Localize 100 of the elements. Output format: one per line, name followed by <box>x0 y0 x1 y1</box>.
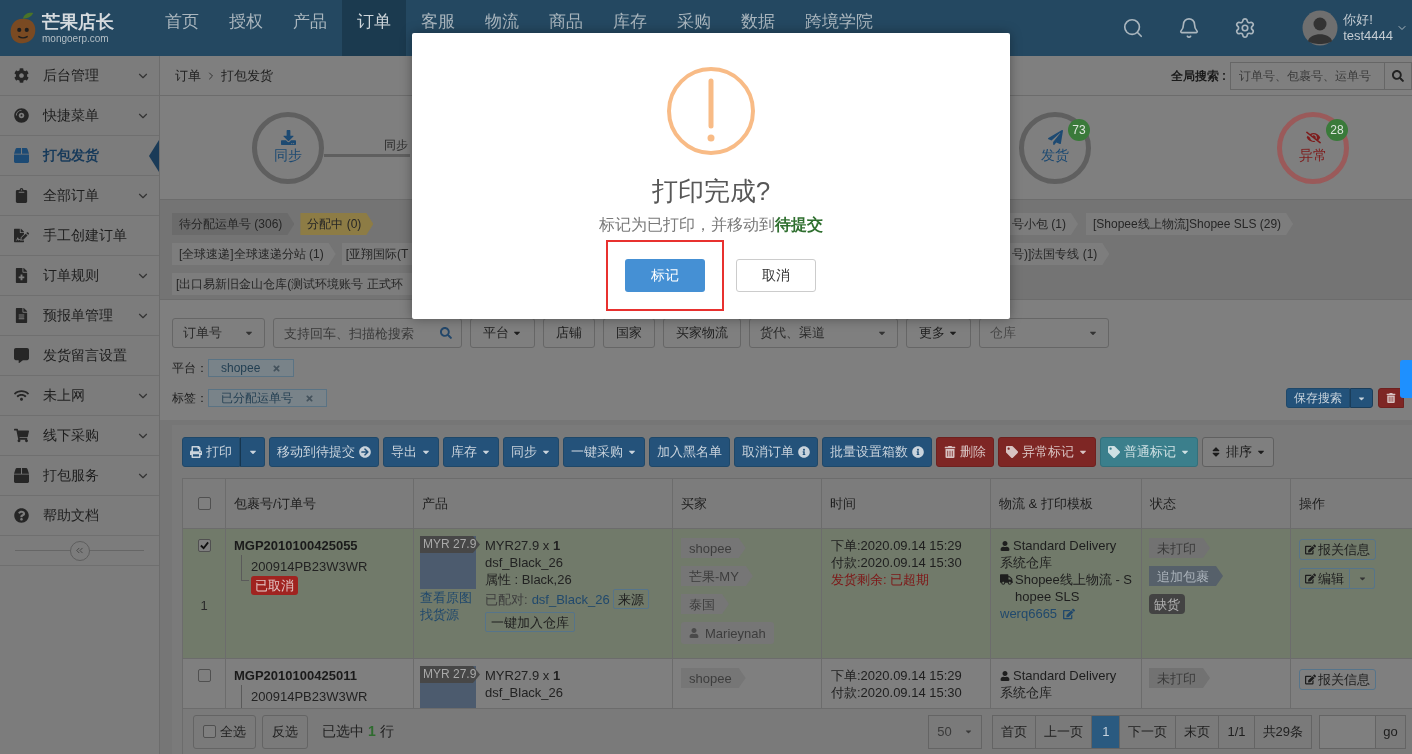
tag-icon <box>1006 446 1018 458</box>
sidebar-item[interactable]: 打包发货 <box>0 136 159 176</box>
page-input[interactable] <box>1319 714 1376 749</box>
delete-button[interactable] <box>1378 388 1404 408</box>
collapse-button[interactable] <box>69 540 90 561</box>
filter-button[interactable]: 买家物流 <box>663 318 741 348</box>
search-field[interactable]: 订单号、包裹号、运单号 <box>1230 61 1385 90</box>
nav-tab[interactable]: 订单 <box>342 0 406 56</box>
sidebar-item[interactable]: 打包服务 <box>0 456 159 496</box>
filter-tag[interactable]: 号小包 (1) <box>1010 213 1078 235</box>
dropdown-button[interactable]: 更多 <box>906 318 971 348</box>
toolbar-button[interactable]: 普通标记 <box>1100 437 1198 467</box>
filter-tag[interactable]: [亚翔国际(T <box>341 243 412 265</box>
dropdown-select[interactable]: 货代、渠道 <box>749 318 898 348</box>
table-row[interactable] <box>183 529 1412 659</box>
sidebar-item[interactable]: 后台管理 <box>0 56 159 96</box>
sidebar-item[interactable]: 快捷菜单 <box>0 96 159 136</box>
account-link[interactable]: werq6665 <box>1000 605 1058 622</box>
select-all-button[interactable]: 全选 <box>193 714 256 749</box>
sidebar-item[interactable]: 全部订单 <box>0 176 159 216</box>
search-button[interactable] <box>1385 61 1412 90</box>
sidebar-item[interactable]: 订单规则 <box>0 256 159 296</box>
close-icon[interactable] <box>305 393 314 403</box>
checkbox[interactable] <box>197 497 211 510</box>
sku-link[interactable]: dsf_Black_26 <box>531 590 610 608</box>
avatar[interactable] <box>1302 10 1339 46</box>
dropdown-button[interactable]: 平台 <box>470 318 535 348</box>
save-search-button[interactable]: 保存搜索 <box>1286 388 1350 408</box>
step-button[interactable]: 发货 73 <box>1019 111 1091 184</box>
toolbar-button[interactable]: 打印 <box>182 437 240 467</box>
checkbox[interactable] <box>197 539 211 552</box>
dialog-button[interactable]: 标记 <box>625 259 705 292</box>
filter-chip[interactable]: shopee <box>208 359 295 377</box>
nav-tab[interactable]: 授权 <box>214 0 278 56</box>
sidebar-item[interactable]: 未上网 <box>0 376 159 416</box>
search-field[interactable]: 支持回车、扫描枪搜索 <box>273 318 462 348</box>
toolbar-button[interactable]: 移动到待提交 <box>269 437 379 467</box>
toolbar-button[interactable]: 取消订单 <box>734 437 818 467</box>
step-button[interactable]: 同步 <box>252 111 324 184</box>
dialog-button[interactable]: 取消 <box>736 259 816 292</box>
sidebar-item[interactable]: 预报单管理 <box>0 296 159 336</box>
dropdown-toggle-button[interactable] <box>1350 388 1373 408</box>
filter-chip[interactable]: 已分配运单号 <box>208 389 327 407</box>
search-icon[interactable] <box>1122 17 1145 39</box>
printer-icon <box>190 446 202 458</box>
filter-tag[interactable]: [Shopee线上物流]Shopee SLS (29) <box>1086 213 1294 235</box>
source-button[interactable]: 来源 <box>612 589 649 609</box>
page-button[interactable]: 共29条 <box>1253 715 1311 748</box>
product-link[interactable]: 查看原图 <box>420 589 476 606</box>
breadcrumb-item[interactable]: 订单 <box>175 65 201 86</box>
document-pen-icon <box>14 228 29 243</box>
filter-tag[interactable]: [全球速递]全球速递分站 (1) <box>172 243 336 265</box>
edit-icon <box>1305 573 1316 584</box>
sidebar-item[interactable]: 发货留言设置 <box>0 336 159 376</box>
logo-domain: mongoerp.com <box>42 33 110 44</box>
caret-icon <box>964 727 974 736</box>
filter-tag[interactable]: 待分配运单号 (306) <box>172 213 295 235</box>
nav-tab[interactable]: 首页 <box>150 0 214 56</box>
dropdown-select[interactable]: 订单号 <box>172 318 265 348</box>
sidebar-item[interactable]: 手工创建订单 <box>0 216 159 256</box>
sidebar-item[interactable]: 帮助文档 <box>0 496 159 536</box>
sku-text: dsf_Black_26 <box>485 554 564 571</box>
filter-tag[interactable]: 分配中 (0) <box>300 213 374 235</box>
settings-icon[interactable] <box>1234 17 1257 39</box>
toolbar-button[interactable]: 同步 <box>503 437 559 467</box>
toolbar-button[interactable]: 排序 <box>1202 437 1274 467</box>
customs-info-button[interactable]: 报关信息 <box>1299 669 1376 690</box>
filter-button[interactable]: 国家 <box>603 318 655 348</box>
page-size-select[interactable]: 50 <box>928 714 983 749</box>
customs-info-button[interactable]: 报关信息 <box>1299 539 1376 560</box>
edit-icon[interactable] <box>1063 607 1076 620</box>
checkbox[interactable] <box>203 725 216 738</box>
buyer-tag: 芒果-MY <box>681 566 753 586</box>
edit-button[interactable]: 编辑 <box>1299 568 1350 589</box>
page-button[interactable]: 末页 <box>1175 715 1219 748</box>
page-button[interactable]: 首页 <box>993 715 1036 748</box>
nav-tab[interactable]: 产品 <box>278 0 342 56</box>
toolbar-button[interactable]: 异常标记 <box>998 437 1096 467</box>
filter-tag[interactable]: 号)]法国专线 (1) <box>1010 243 1110 265</box>
filter-button[interactable]: 店铺 <box>543 318 595 348</box>
dropdown-toggle-button[interactable] <box>1350 568 1375 589</box>
sidebar-item[interactable]: 线下采购 <box>0 416 159 456</box>
checkbox[interactable] <box>197 669 211 682</box>
toolbar-button[interactable]: 库存 <box>443 437 499 467</box>
bell-icon[interactable] <box>1178 17 1201 39</box>
step-button[interactable]: 异常 28 <box>1277 111 1349 184</box>
truck-icon <box>1000 574 1013 585</box>
filter-tag[interactable]: [出口易新旧金山仓库(测试环境账号 正式环 <box>172 273 412 295</box>
toolbar-button[interactable]: 加入黑名单 <box>649 437 730 467</box>
toolbar-button[interactable]: 一键采购 <box>563 437 645 467</box>
close-icon[interactable] <box>272 363 282 373</box>
toolbar-button[interactable]: 删除 <box>936 437 994 467</box>
toolbar-button[interactable]: 导出 <box>383 437 439 467</box>
page-button[interactable]: 1/1 <box>1218 715 1254 748</box>
toolbar-button[interactable]: 批量设置箱数 <box>822 437 932 467</box>
invert-selection-button[interactable]: 反选 <box>262 714 308 749</box>
page-button[interactable]: 1 <box>1091 715 1120 748</box>
dropdown-toggle-button[interactable] <box>240 437 265 467</box>
go-button[interactable]: go <box>1376 714 1406 749</box>
product-link[interactable]: 找货源 <box>420 606 476 623</box>
